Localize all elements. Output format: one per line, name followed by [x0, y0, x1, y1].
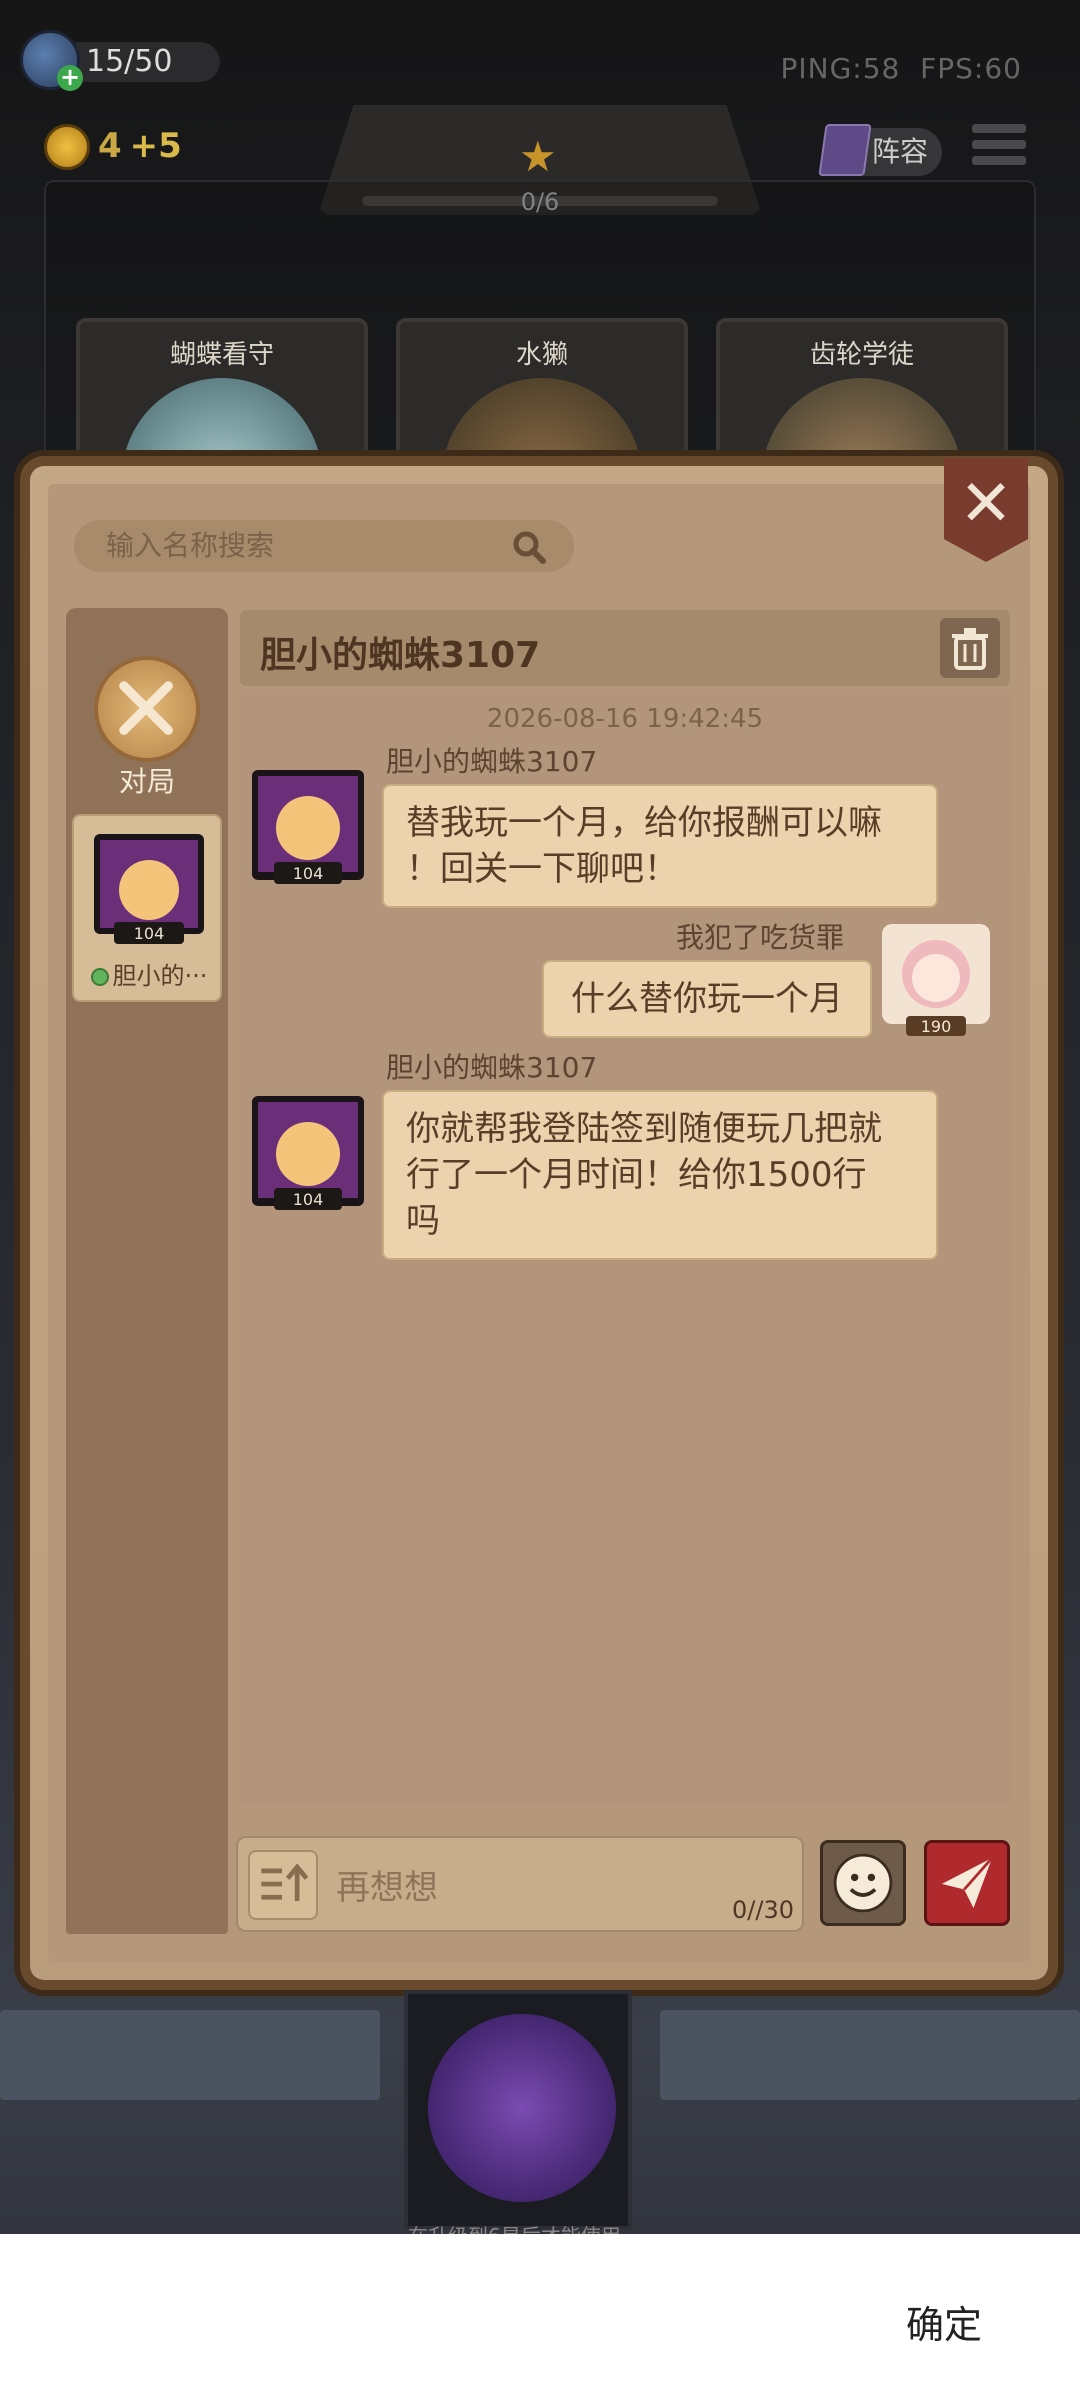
- sender-level: 104: [293, 864, 324, 883]
- trash-icon: [952, 628, 988, 670]
- expand-icon: [261, 1863, 309, 1902]
- message-text-line: ！回关一下聊吧！: [406, 849, 678, 889]
- input-placeholder: 再想想: [336, 1868, 438, 1908]
- lineup-button[interactable]: 阵容: [818, 124, 942, 176]
- emoji-button[interactable]: [820, 1840, 906, 1926]
- send-button[interactable]: [924, 1840, 1010, 1926]
- coin-display: 4 +5: [98, 126, 182, 166]
- contact-level: 104: [134, 924, 165, 943]
- hero-card-2[interactable]: 水獭: [396, 318, 688, 488]
- player-count: 15/50: [86, 44, 173, 79]
- send-icon: [941, 1856, 994, 1909]
- crossed-swords-icon: [119, 681, 173, 735]
- contact-item[interactable]: 104 胆小的···: [72, 814, 222, 1002]
- card-title: 蝴蝶看守: [169, 340, 274, 370]
- contact-avatar: 104: [94, 834, 204, 944]
- coin-icon: [44, 124, 90, 170]
- skill-card[interactable]: [404, 1990, 632, 2230]
- delete-chat-button[interactable]: [940, 618, 1000, 678]
- card-title: 齿轮学徒: [809, 340, 914, 370]
- sender-avatar[interactable]: 104: [248, 766, 368, 890]
- online-status-icon: [90, 968, 109, 986]
- menu-icon[interactable]: [972, 124, 1026, 174]
- chat-title: 胆小的蜘蛛3107: [260, 635, 541, 676]
- player-avatar[interactable]: +: [20, 30, 83, 91]
- player-count-pill: 15/50: [60, 42, 220, 82]
- message-bubble[interactable]: 什么替你玩一个月: [542, 960, 872, 1038]
- coin-count: 4: [98, 126, 122, 166]
- self-level: 190: [921, 1017, 952, 1036]
- hero-card-1[interactable]: 蝴蝶看守: [76, 318, 368, 488]
- message-text-line: 你就帮我登陆签到随便玩几把就: [406, 1109, 882, 1149]
- message-text-line: 行了一个月时间！给你1500行: [406, 1155, 867, 1195]
- sender-avatar[interactable]: 104: [248, 1092, 368, 1216]
- dialog-footer: 确定: [0, 2234, 1080, 2400]
- network-stats: PING:58 FPS:60: [781, 52, 1023, 85]
- game-screen: 15/50 + PING:58 FPS:60 4 +5 ★ 0/6 阵容 蝴蝶看守…: [0, 0, 1080, 2400]
- search-icon[interactable]: [512, 530, 546, 564]
- sender-level: 104: [293, 1190, 324, 1209]
- message-text-line: 什么替你玩一个月: [571, 979, 843, 1019]
- message-timestamp: 2026-08-16 19:42:45: [486, 704, 764, 734]
- coin-bonus: +5: [129, 126, 182, 166]
- floor-tile: [660, 2010, 1080, 2100]
- chat-input-field[interactable]: 再想想 0//30: [236, 1836, 804, 1932]
- message-sender: 胆小的蜘蛛3107: [386, 1051, 598, 1084]
- message-sender: 胆小的蜘蛛3107: [386, 745, 598, 778]
- card-title: 水獭: [515, 340, 568, 370]
- input-char-count: 0//30: [732, 1896, 794, 1924]
- message-bubble[interactable]: 你就帮我登陆签到随便玩几把就 行了一个月时间！给你1500行 吗: [382, 1090, 938, 1260]
- smiley-icon: [833, 1853, 893, 1913]
- top-hud: 15/50 + PING:58 FPS:60 4 +5 ★ 0/6 阵容: [0, 0, 1080, 216]
- message-sender: 我犯了吃货罪: [676, 921, 845, 954]
- battle-label: 对局: [118, 765, 175, 798]
- ping-text: PING:58: [780, 52, 901, 85]
- eye-orb-icon: [428, 2014, 616, 2202]
- contact-sidebar: [66, 608, 228, 1934]
- battle-button[interactable]: [94, 656, 200, 762]
- self-avatar[interactable]: 190: [876, 918, 996, 1042]
- search-input[interactable]: 输入名称搜索: [74, 520, 574, 572]
- star-icon: ★: [519, 132, 557, 181]
- message-text-line: 替我玩一个月，给你报酬可以嘛: [406, 803, 882, 843]
- quick-phrase-button[interactable]: [248, 1850, 318, 1920]
- close-icon: ✕: [959, 467, 1013, 541]
- chat-header: 胆小的蜘蛛3107: [240, 610, 1010, 686]
- message-text-line: 吗: [406, 1201, 440, 1241]
- contact-name: 胆小的···: [112, 962, 208, 990]
- book-icon: [818, 124, 872, 176]
- lineup-label: 阵容: [871, 135, 928, 168]
- contact-name-row: 胆小的···: [74, 956, 224, 991]
- fps-text: FPS:60: [920, 52, 1022, 85]
- add-icon[interactable]: +: [57, 65, 83, 91]
- floor-tile: [0, 2010, 380, 2100]
- confirm-button[interactable]: 确定: [906, 2294, 982, 2349]
- message-bubble[interactable]: 替我玩一个月，给你报酬可以嘛 ！回关一下聊吧！: [382, 784, 938, 908]
